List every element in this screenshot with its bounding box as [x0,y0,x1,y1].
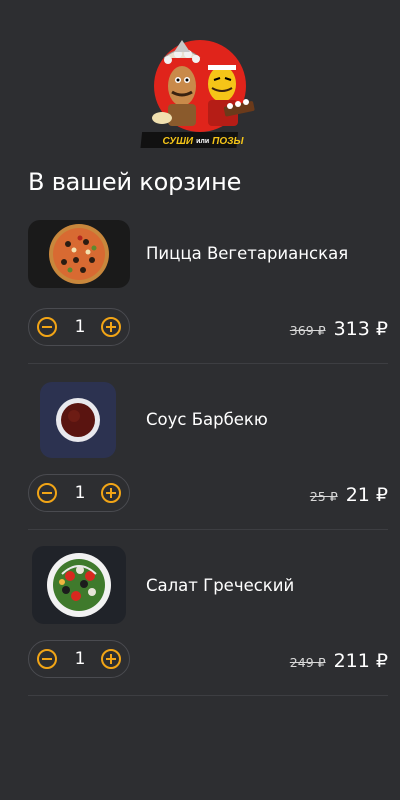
brand-logo[interactable]: СУШИ или ПОЗЫ [138,38,262,152]
current-price: 313 ₽ [333,318,388,340]
quantity-stepper: 1 [28,474,130,512]
current-price: 21 ₽ [345,484,388,506]
item-name[interactable]: Соус Барбекю [146,410,268,429]
logo-text-pozy: ПОЗЫ [212,135,244,147]
old-price: 369 ₽ [289,323,326,338]
current-price: 211 ₽ [333,650,388,672]
increase-quantity-button[interactable] [101,649,121,669]
price-block: 25 ₽ 21 ₽ [310,484,388,506]
cart-item: Соус Барбекю 1 25 ₽ 21 ₽ [28,364,388,530]
increase-quantity-button[interactable] [101,483,121,503]
sauce-image[interactable] [40,382,116,458]
cart-item: Пицца Вегетарианская 1 369 ₽ 313 ₽ [28,198,388,364]
quantity-value: 1 [74,317,86,337]
quantity-stepper: 1 [28,640,130,678]
quantity-value: 1 [74,649,86,669]
decrease-quantity-button[interactable] [37,483,57,503]
decrease-quantity-button[interactable] [37,649,57,669]
cart-item: Салат Греческий 1 249 ₽ 211 ₽ [28,530,388,696]
price-block: 369 ₽ 313 ₽ [290,318,388,340]
old-price: 25 ₽ [309,489,338,504]
pizza-image[interactable] [28,220,130,288]
quantity-stepper: 1 [28,308,130,346]
logo-text-or: или [196,137,210,145]
old-price: 249 ₽ [289,655,326,670]
quantity-value: 1 [74,483,86,503]
decrease-quantity-button[interactable] [37,317,57,337]
logo-text-sushi: СУШИ [162,135,194,147]
price-block: 249 ₽ 211 ₽ [290,650,388,672]
item-name[interactable]: Салат Греческий [146,576,294,595]
cart-title: В вашей корзине [28,168,242,196]
increase-quantity-button[interactable] [101,317,121,337]
item-name[interactable]: Пицца Вегетарианская [146,244,348,263]
salad-image[interactable] [32,546,126,624]
